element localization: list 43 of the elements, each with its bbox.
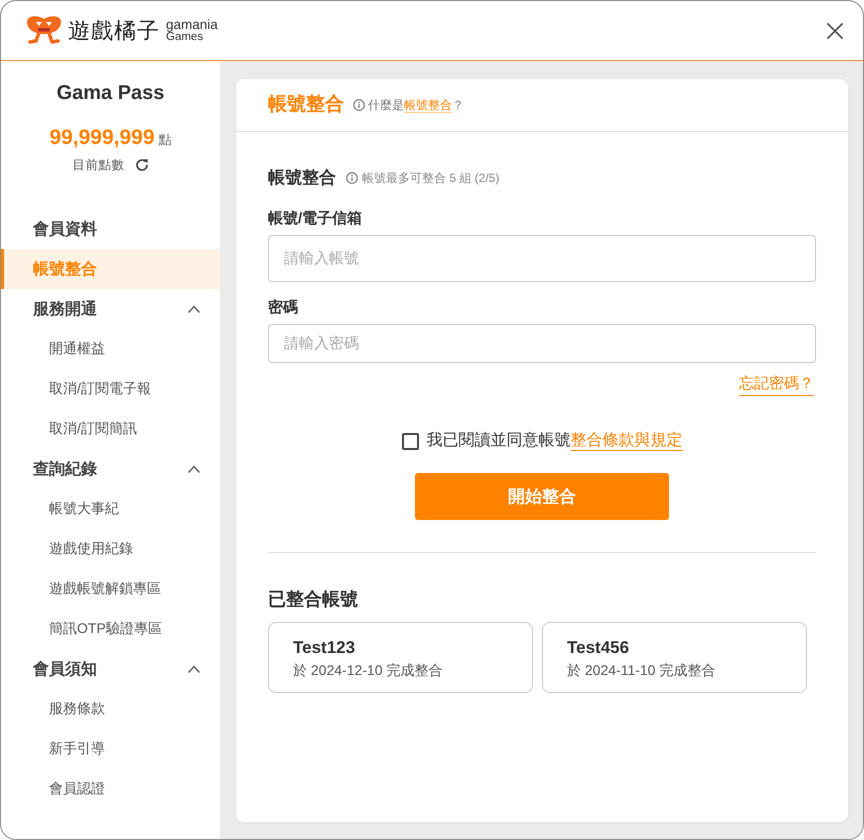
sidebar-group[interactable]: 服務開通 [1,289,220,329]
sidebar-subitem[interactable]: 取消/訂閱電子報 [1,369,220,409]
account-name: Test456 [567,637,630,659]
account-input[interactable]: 請輸入帳號 [268,235,816,282]
brand-subtitle: Games [166,30,204,44]
sidebar-subitem[interactable]: 取消/訂閱簡訊 [1,409,220,449]
account-name: Test123 [293,637,356,659]
mascot-logo-icon [25,14,63,46]
sidebar-subitem[interactable]: 會員認證 [1,769,220,809]
help-text: 什麼是帳號整合？ [368,97,464,114]
field-label: 密碼 [268,298,298,318]
field-label: 帳號/電子信箱 [268,209,362,229]
points-label: 目前點數 [72,157,124,174]
sidebar-subitem[interactable]: 新手引導 [1,729,220,769]
merge-date-text: 於 2024-11-10 完成整合 [567,661,716,680]
brand-wordmark: gamania [166,18,218,30]
sidebar-item[interactable]: 會員資料 [1,209,220,249]
sidebar-subitem[interactable]: 帳號大事紀 [1,489,220,529]
limit-note: 帳號最多可整合 5 組 (2/5) [362,170,500,187]
sidebar-group[interactable]: 會員須知 [1,649,220,689]
refresh-icon [134,158,148,172]
points-value: 99,999,999 [49,125,155,151]
sidebar-subitem[interactable]: 簡訊OTP驗證專區 [1,609,220,649]
sidebar-subitem[interactable]: 開通權益 [1,329,220,369]
close-icon [827,22,843,38]
sidebar-subitem[interactable]: 服務條款 [1,689,220,729]
info-icon [353,99,365,111]
sidebar-subitem[interactable]: 遊戲帳號解鎖專區 [1,569,220,609]
merge-date-text: 於 2024-12-10 完成整合 [293,661,442,680]
sidebar-group[interactable]: 查詢紀錄 [1,449,220,489]
agree-checkbox[interactable] [402,432,418,450]
page-title: 帳號整合 [268,93,344,117]
section-title: 已整合帳號 [268,588,358,611]
brand-name: 遊戲橘子 [68,16,160,44]
sidebar-subitem[interactable]: 遊戲使用紀錄 [1,529,220,569]
close-button[interactable] [826,22,844,40]
agree-text: 我已閱讀並同意帳號整合條款與規定 [426,430,682,452]
refresh-button[interactable] [134,158,148,172]
password-input[interactable]: 請輸入密碼 [268,324,816,363]
section-title: 帳號整合 [268,167,336,189]
points-unit: 點 [158,131,172,149]
info-icon [346,172,358,184]
sidebar-title: Gama Pass [56,81,164,106]
